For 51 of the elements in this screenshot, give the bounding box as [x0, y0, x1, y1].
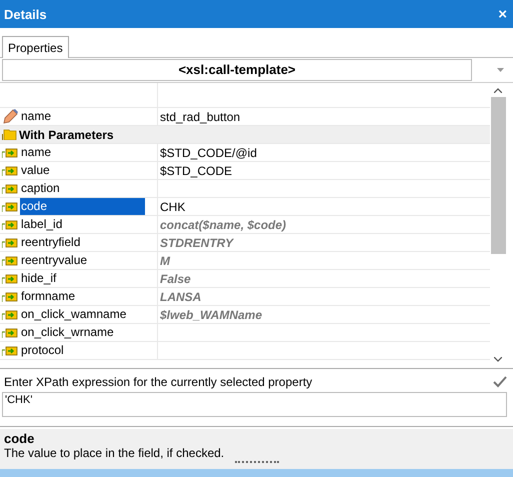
- parameter-icon: [2, 183, 18, 194]
- parameter-icon: [2, 255, 18, 266]
- property-name[interactable]: value: [20, 162, 51, 179]
- property-value: concat($name, $code): [160, 218, 286, 232]
- property-name[interactable]: hide_if: [20, 270, 58, 287]
- parameter-icon: [2, 273, 18, 284]
- property-value: $STD_CODE/@id: [160, 146, 257, 160]
- element-dropdown[interactable]: <xsl:call-template>: [2, 59, 472, 81]
- property-name[interactable]: code: [20, 198, 145, 215]
- scroll-up-icon[interactable]: [494, 88, 502, 93]
- description-text: The value to place in the field, if checked.: [4, 446, 224, 460]
- description-title: code: [4, 431, 34, 446]
- close-button[interactable]: ×: [496, 6, 509, 22]
- property-value: std_rad_button: [160, 110, 240, 124]
- scroll-down-icon[interactable]: [494, 357, 502, 362]
- pencil-icon: [2, 108, 18, 124]
- property-name[interactable]: reentryvalue: [20, 252, 88, 269]
- group-label: With Parameters: [19, 128, 114, 142]
- property-value: M: [160, 254, 170, 268]
- property-value: $lweb_WAMName: [160, 308, 262, 322]
- property-value: $STD_CODE: [160, 164, 232, 178]
- parameter-icon: [2, 165, 18, 176]
- property-name[interactable]: label_id: [20, 216, 64, 233]
- property-name[interactable]: name: [20, 108, 52, 125]
- property-name[interactable]: reentryfield: [20, 234, 82, 251]
- property-name[interactable]: name: [20, 144, 52, 161]
- parameter-icon: [2, 147, 18, 158]
- parameter-icon: [2, 219, 18, 230]
- parameter-icon: [2, 309, 18, 320]
- window-title: Details: [4, 6, 47, 22]
- parameter-icon: [2, 237, 18, 248]
- parameter-icon: [2, 327, 18, 338]
- parameter-icon: [2, 201, 18, 212]
- property-name[interactable]: formname: [20, 288, 76, 305]
- property-value: STDRENTRY: [160, 236, 234, 250]
- checkmark-icon[interactable]: [493, 376, 507, 388]
- tab[interactable]: Properties: [2, 36, 69, 58]
- dropdown-arrow-icon[interactable]: [497, 68, 504, 72]
- property-value: False: [160, 272, 191, 286]
- scroll-thumb[interactable]: [490, 97, 506, 254]
- property-name[interactable]: on_click_wamname: [20, 306, 128, 323]
- xpath-label: Enter XPath expression for the currently selected property: [4, 375, 312, 389]
- property-name[interactable]: on_click_wrname: [20, 324, 115, 341]
- parameter-icon: [2, 345, 18, 356]
- parameter-icon: [2, 291, 18, 302]
- xpath-input-field[interactable]: 'CHK': [2, 392, 507, 417]
- property-name[interactable]: protocol: [20, 342, 65, 359]
- folder-icon: [2, 129, 17, 140]
- property-value: CHK: [160, 200, 186, 214]
- property-name[interactable]: caption: [20, 180, 61, 197]
- property-value: LANSA: [160, 290, 202, 304]
